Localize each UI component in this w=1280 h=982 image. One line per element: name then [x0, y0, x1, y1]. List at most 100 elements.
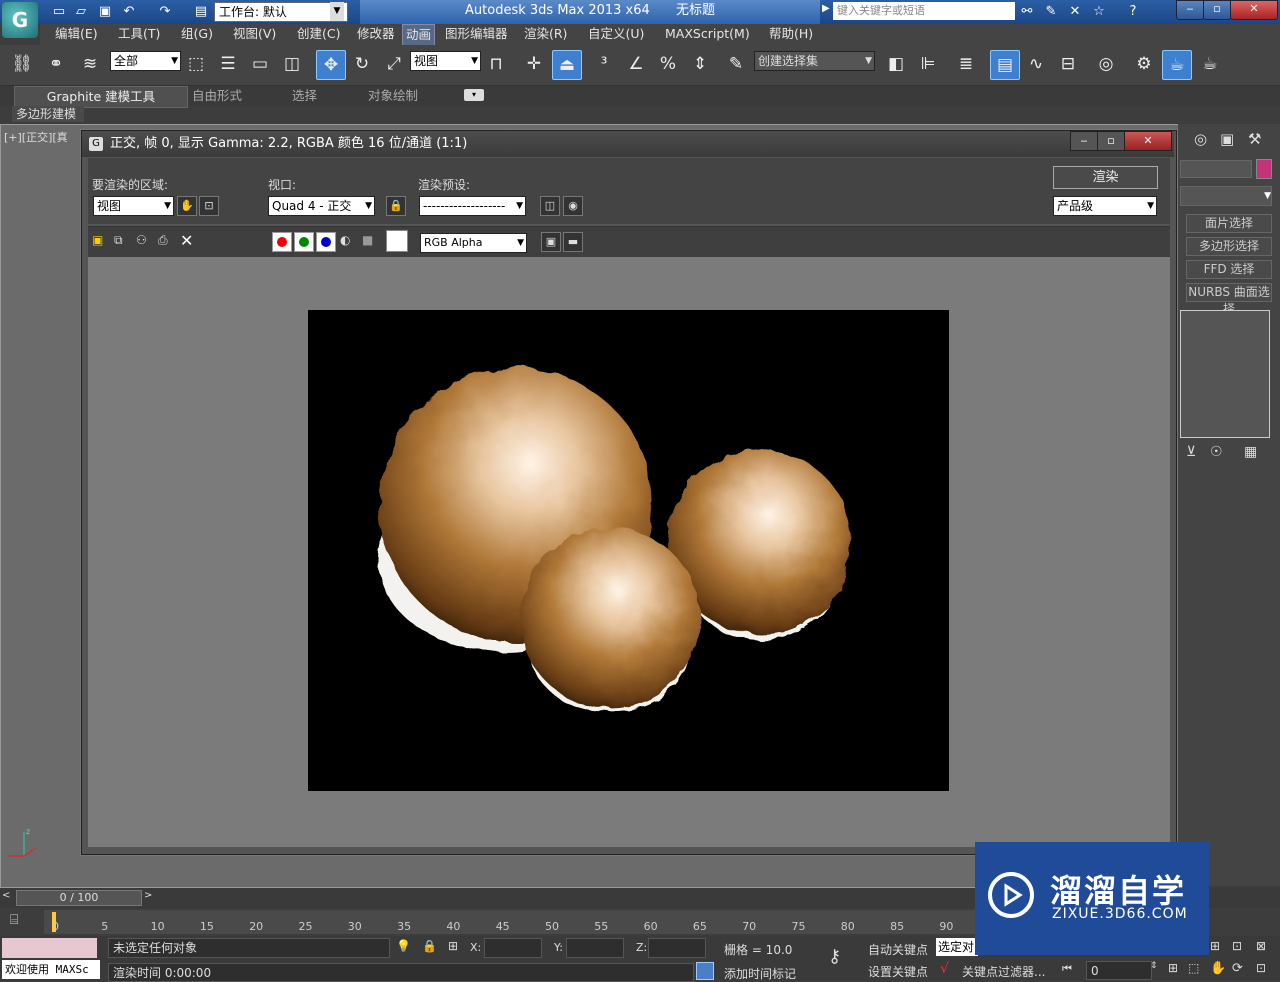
x-coordinate-input[interactable]: [484, 938, 542, 958]
communication-icon[interactable]: ✎: [1042, 3, 1060, 21]
blue-channel-toggle[interactable]: [316, 232, 336, 252]
tab-selection[interactable]: 选择: [286, 86, 323, 106]
menu-animation[interactable]: 动画: [402, 24, 436, 46]
zoom-region-icon[interactable]: ⬚: [1188, 961, 1199, 975]
render-setup-icon[interactable]: ◫: [540, 196, 560, 216]
percent-snap-icon[interactable]: %: [654, 50, 682, 78]
menu-graph-editors[interactable]: 图形编辑器: [442, 24, 511, 44]
auto-key-button[interactable]: 自动关键点: [868, 941, 928, 958]
render-production-icon[interactable]: ☕: [1196, 50, 1224, 78]
pivot-center-icon[interactable]: ⊓: [482, 50, 510, 78]
zoom-extents-icon[interactable]: ⊞: [1168, 961, 1178, 975]
absolute-mode-icon[interactable]: ⊞: [448, 939, 458, 953]
bind-space-warp-icon[interactable]: ≋: [76, 50, 104, 78]
display-panel-icon[interactable]: ▣: [1220, 130, 1240, 150]
redo-icon[interactable]: ↷: [156, 3, 174, 21]
menu-maxscript[interactable]: MAXScript(M): [662, 24, 753, 44]
tab-graphite-modeling[interactable]: Graphite 建模工具: [14, 86, 188, 108]
menu-help[interactable]: 帮助(H): [766, 24, 816, 44]
render-frame-window-icon[interactable]: ☕: [1162, 50, 1192, 80]
chevron-right-icon[interactable]: >: [144, 890, 152, 901]
area-to-render-select[interactable]: 视图 ▼: [93, 196, 174, 216]
exchange-icon[interactable]: ✕: [1066, 3, 1084, 21]
help-icon[interactable]: ?: [1124, 3, 1142, 21]
lock-viewport-icon[interactable]: 🔒: [386, 196, 406, 216]
toggle-ui-icon[interactable]: ▬: [563, 232, 583, 252]
edit-region-icon[interactable]: ✋: [177, 196, 197, 216]
utilities-panel-icon[interactable]: ⚒: [1248, 130, 1268, 150]
chevron-left-icon[interactable]: <: [2, 890, 10, 901]
mirror-icon[interactable]: ◧: [882, 50, 910, 78]
tab-object-paint[interactable]: 对象绘制: [362, 86, 424, 106]
poly-select-button[interactable]: 多边形选择: [1186, 237, 1272, 256]
new-file-icon[interactable]: ▭: [50, 3, 68, 21]
clear-image-icon[interactable]: ✕: [180, 231, 194, 250]
ribbon-options-icon[interactable]: ▾: [464, 89, 484, 101]
toggle-ui-overlays-icon[interactable]: ▣: [541, 232, 561, 252]
key-mode-select[interactable]: 选定对: [936, 938, 978, 956]
rect-selection-icon[interactable]: ▭: [246, 50, 274, 78]
workspace-select[interactable]: 工作台: 默认: [214, 2, 348, 22]
menu-create[interactable]: 创建(C): [294, 24, 343, 44]
maximize-button[interactable]: ▫: [1203, 0, 1231, 20]
frame-spinner-icon[interactable]: ⇕: [1150, 961, 1158, 971]
unlink-icon[interactable]: ⚭: [42, 50, 70, 78]
minimize-button[interactable]: ‒: [1176, 0, 1204, 20]
schematic-view-icon[interactable]: ⊟: [1054, 50, 1082, 78]
z-coordinate-input[interactable]: [648, 938, 706, 958]
y-coordinate-input[interactable]: [566, 938, 624, 958]
field-of-view-icon[interactable]: ⊠: [1256, 939, 1266, 953]
tab-freeform[interactable]: 自由形式: [186, 86, 248, 106]
pin-stack-icon[interactable]: ⊻: [1186, 444, 1196, 460]
save-icon[interactable]: ▣: [96, 3, 114, 21]
app-logo-icon[interactable]: G: [2, 2, 38, 38]
align-icon[interactable]: ⊫: [914, 50, 942, 78]
render-button[interactable]: 渲染: [1053, 166, 1158, 189]
edit-named-selection-icon[interactable]: ✎: [722, 50, 750, 78]
select-manipulate-icon[interactable]: ✛: [520, 50, 548, 78]
set-key-button[interactable]: 设置关键点: [868, 963, 928, 980]
rotate-icon[interactable]: ↻: [348, 50, 376, 78]
maxscript-listener-color[interactable]: [2, 938, 97, 958]
current-frame-input[interactable]: 0: [1086, 961, 1152, 980]
zoom-extents-all-icon[interactable]: ⊡: [1232, 939, 1242, 953]
go-to-start-icon[interactable]: ⏮: [1062, 962, 1072, 976]
add-time-tag[interactable]: 添加时间标记: [724, 965, 796, 982]
selection-filter-select[interactable]: 全部 ▼: [110, 51, 181, 71]
print-image-icon[interactable]: ⎙: [158, 233, 172, 247]
display-channel-select[interactable]: RGB Alpha ▼: [420, 233, 527, 253]
pan-icon[interactable]: ✋: [1210, 961, 1226, 976]
show-end-result-icon[interactable]: ☉: [1210, 444, 1223, 460]
named-selection-set-select[interactable]: 创建选择集 ▼: [754, 51, 875, 71]
link-icon[interactable]: ⛓: [8, 50, 36, 78]
patch-select-button[interactable]: 面片选择: [1186, 214, 1272, 233]
move-icon[interactable]: ✥: [316, 50, 346, 80]
toggle-ribbon-icon[interactable]: ▤: [990, 50, 1020, 80]
polygon-modeling-panel[interactable]: 多边形建模: [12, 106, 84, 122]
close-button[interactable]: ✕: [1230, 0, 1278, 20]
viewport-select[interactable]: Quad 4 - 正交 ▼: [268, 196, 375, 216]
menu-views[interactable]: 视图(V): [230, 24, 279, 44]
zoom-all-icon[interactable]: ⊞: [1210, 939, 1220, 953]
render-window-close-button[interactable]: ✕: [1124, 131, 1172, 151]
render-quality-select[interactable]: 产品级 ▼: [1053, 196, 1157, 216]
red-channel-toggle[interactable]: [272, 232, 292, 252]
reference-coordinate-select[interactable]: 视图 ▼: [410, 51, 481, 71]
track-bar-toggle-icon[interactable]: ⌸: [10, 912, 18, 928]
menu-modifiers[interactable]: 修改器: [354, 24, 398, 44]
nurbs-select-button[interactable]: NURBS 曲面选择: [1186, 283, 1272, 316]
select-object-icon[interactable]: ⬚: [182, 50, 210, 78]
scale-icon[interactable]: ⤢: [380, 50, 408, 78]
viewport-label[interactable]: [+][正交][真: [4, 129, 68, 145]
star-icon[interactable]: ☆: [1090, 3, 1108, 21]
selection-lock-icon[interactable]: 🔒: [422, 939, 437, 953]
menu-tools[interactable]: 工具(T): [115, 24, 163, 44]
menu-group[interactable]: 组(G): [178, 24, 216, 44]
save-image-icon[interactable]: ▣: [92, 233, 106, 247]
menu-rendering[interactable]: 渲染(R): [521, 24, 570, 44]
environment-effects-icon[interactable]: ◉: [563, 196, 583, 216]
render-preset-select[interactable]: ------------------- ▼: [419, 196, 526, 216]
maxscript-mini-listener[interactable]: 欢迎使用 MAXSc: [2, 960, 100, 979]
render-window-maximize-button[interactable]: ▫: [1097, 131, 1125, 151]
time-tag-icon[interactable]: [696, 962, 714, 980]
